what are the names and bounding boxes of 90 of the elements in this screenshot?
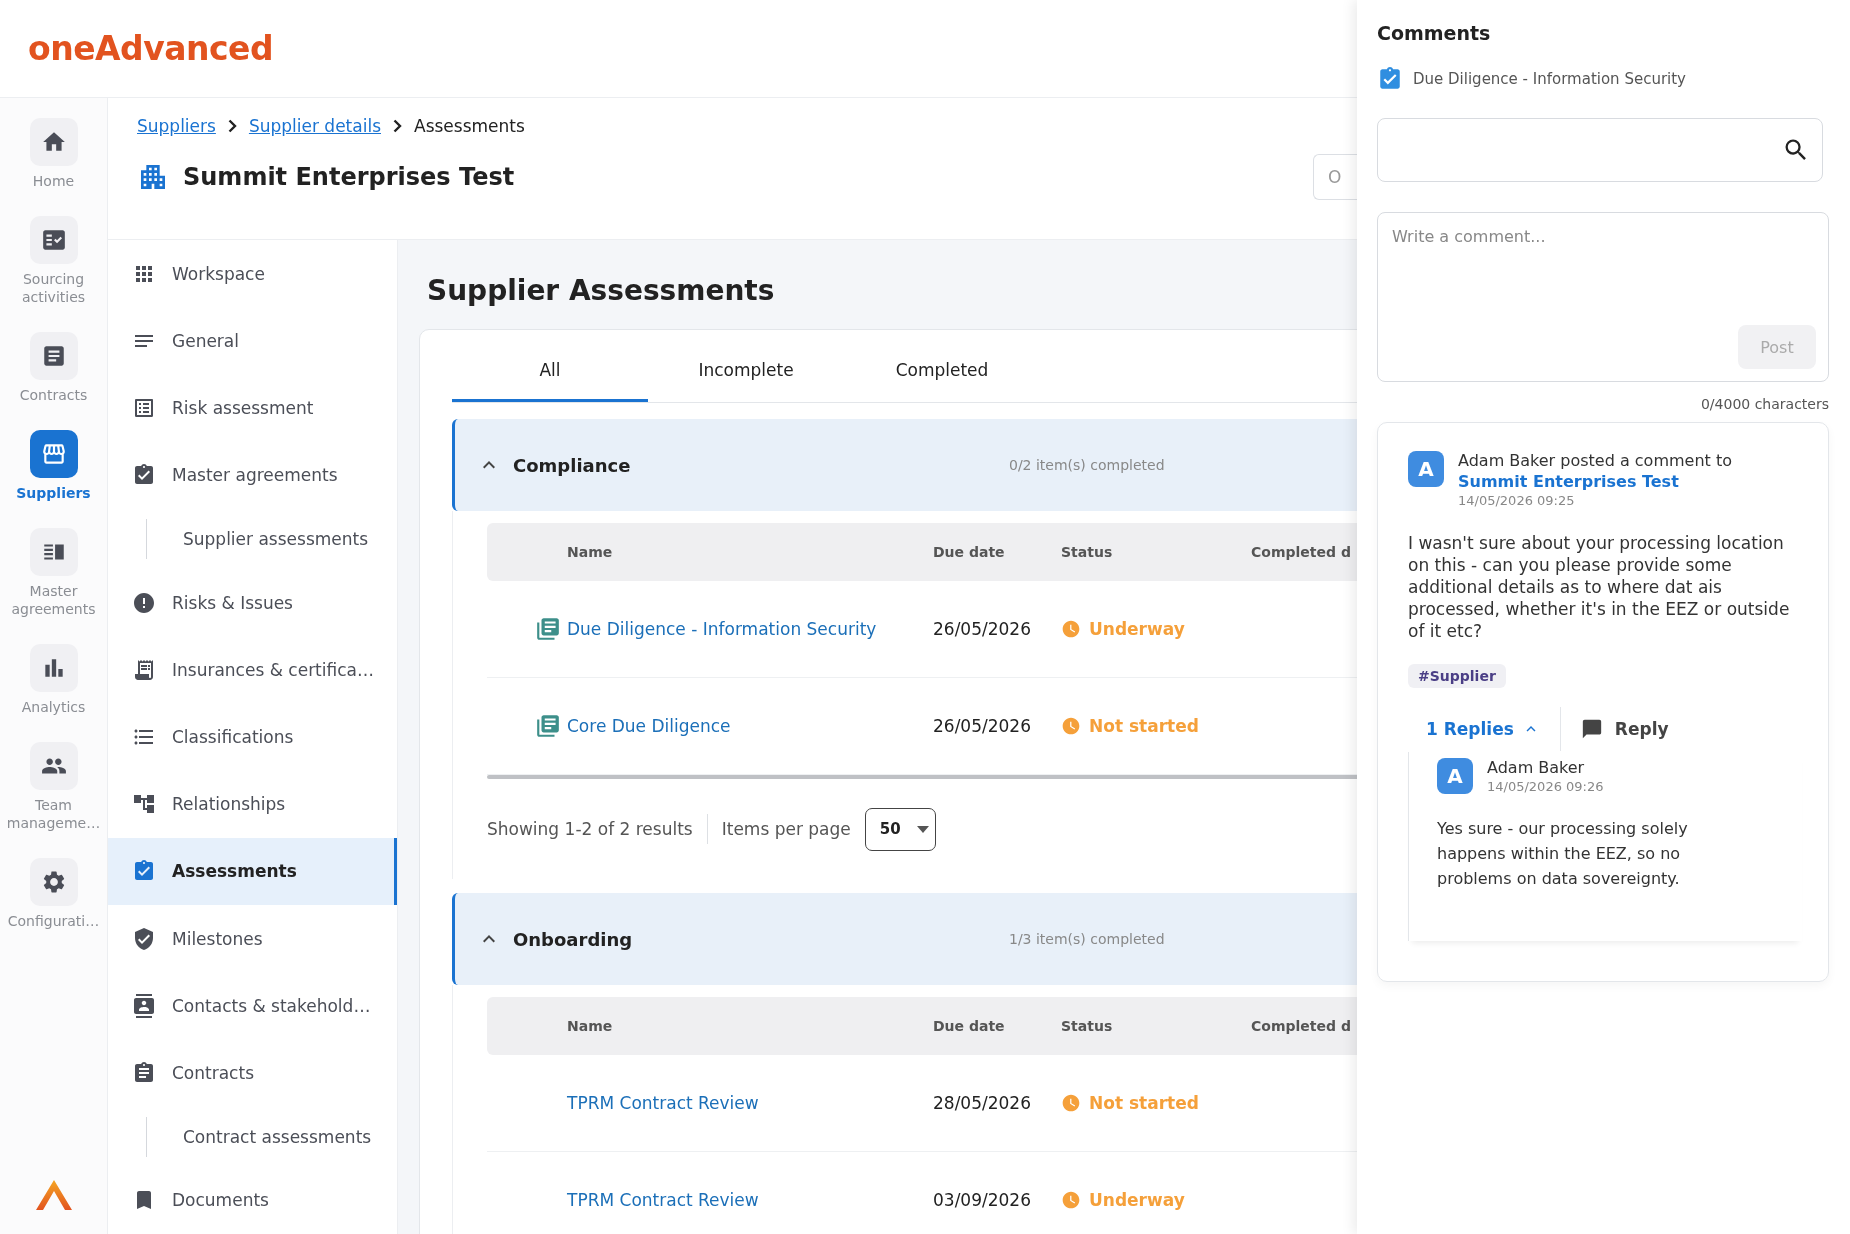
sidebar-item[interactable]: Classifications: [108, 703, 397, 771]
logo: oneAdvanced: [28, 29, 274, 68]
breadcrumb-link[interactable]: Suppliers: [137, 116, 216, 136]
search-field[interactable]: [1377, 118, 1823, 182]
reply-author: Adam Baker: [1487, 758, 1586, 777]
due-date: 03/09/2026: [933, 1190, 1032, 1210]
group-title: Compliance: [512, 454, 632, 476]
avatar: A: [1437, 758, 1473, 794]
comment-text: I wasn't sure about your processing location on this - can you please provide some additional details as to where dat ais processed, whether it's in the EEZ or outside of it etc?: [1408, 532, 1791, 642]
sidebar-item[interactable]: Milestones: [108, 904, 397, 973]
tab[interactable]: Incomplete: [648, 330, 844, 402]
checklist-icon: [40, 227, 67, 253]
storefront-icon: [40, 441, 67, 467]
comment-author: Adam Baker posted a comment to: [1458, 451, 1732, 470]
due-date: 26/05/2026: [933, 716, 1032, 736]
column-header: Completed d: [1251, 544, 1352, 560]
status-label: Not started: [1061, 716, 1251, 736]
sidebar-item[interactable]: Contacts & stakehold…: [108, 972, 397, 1040]
breadcrumb-link[interactable]: Supplier details: [248, 116, 381, 136]
sidebar-item[interactable]: Assessments: [108, 837, 397, 905]
chevron-right-icon: [393, 119, 402, 133]
sidebar-item[interactable]: Relationships: [108, 770, 397, 838]
page-title: Summit Enterprises Test: [183, 163, 515, 191]
column-header: Due date: [933, 1018, 1006, 1034]
assessment-link[interactable]: TPRM Contract Review: [567, 1093, 759, 1113]
reply-time: 14/05/2026 09:26: [1487, 779, 1604, 794]
character-counter: 0/4000 characters: [1700, 396, 1829, 412]
assessment-link[interactable]: TPRM Contract Review: [567, 1190, 759, 1210]
sidebar-item[interactable]: Contract assessments: [108, 1106, 397, 1167]
speech-bubble-icon: [1580, 718, 1603, 740]
sidebar-item[interactable]: Documents: [108, 1166, 397, 1234]
items-per-page-label: Items per page: [721, 819, 851, 839]
column-header: Status: [1061, 544, 1114, 560]
sidebar-item[interactable]: Risk assessment: [108, 374, 397, 442]
clipboard-icon: [132, 1060, 156, 1085]
context-label: Due Diligence - Information Security: [1413, 70, 1686, 88]
rail-nav-item[interactable]: Suppliers: [1, 430, 106, 502]
tab[interactable]: All: [452, 330, 648, 402]
alert-icon: [132, 590, 156, 615]
sidebar-item[interactable]: Insurances & certifica…: [108, 636, 397, 704]
chevron-right-icon: [227, 119, 237, 133]
completion-text: 0/2 item(s) completed: [1009, 457, 1165, 473]
clipboard-check-icon: [1377, 66, 1403, 92]
comment-time: 14/05/2026 09:25: [1458, 493, 1576, 508]
sidebar-item[interactable]: General: [108, 307, 397, 375]
avatar: A: [1408, 451, 1444, 487]
column-header: Completed d: [1251, 1018, 1352, 1034]
shield-check-icon: [132, 926, 156, 951]
sidebar-item[interactable]: Risks & Issues: [108, 569, 397, 637]
column-header: Name: [567, 1018, 614, 1034]
sidebar-item[interactable]: Master agreements: [108, 441, 397, 509]
assessment-link[interactable]: Due Diligence - Information Security: [567, 619, 877, 639]
comment-target-link[interactable]: Summit Enterprises Test: [1458, 472, 1732, 491]
breadcrumb-current: Assessments: [414, 116, 525, 136]
status-label: Underway: [1061, 1190, 1251, 1210]
group-header[interactable]: Onboarding 1/3 item(s) completed: [452, 893, 1357, 985]
section-heading: Supplier Assessments: [427, 274, 776, 307]
tab[interactable]: Completed: [844, 330, 1040, 402]
results-summary: Showing 1-2 of 2 results: [487, 819, 693, 839]
completion-text: 1/3 item(s) completed: [1009, 931, 1165, 947]
due-date: 26/05/2026: [933, 619, 1032, 639]
reply-button[interactable]: Reply: [1560, 706, 1689, 752]
items-per-page-select[interactable]: 50: [864, 807, 936, 851]
due-date: 28/05/2026: [933, 1093, 1032, 1113]
status-label: Not started: [1061, 1093, 1251, 1113]
chevron-logo-icon: [36, 1180, 72, 1210]
document-stack-icon: [535, 616, 561, 642]
document-stack-icon: [535, 713, 561, 739]
clock-icon: [1061, 1190, 1081, 1210]
clock-icon: [1061, 716, 1081, 736]
dropdown-icon: [916, 825, 929, 833]
panel-title: Comments: [1377, 22, 1492, 44]
tag[interactable]: #Supplier: [1408, 664, 1506, 688]
group-title: Onboarding: [512, 928, 634, 950]
receipt-icon: [132, 657, 156, 682]
group-header[interactable]: Compliance 0/2 item(s) completed: [452, 419, 1357, 511]
replies-toggle[interactable]: 1 Replies: [1408, 707, 1561, 751]
column-header: Name: [567, 544, 614, 560]
assessment-link[interactable]: Core Due Diligence: [567, 716, 731, 736]
reply-text: Yes sure - our processing solely happens within the EEZ, so no problems on data sovereignty.: [1437, 818, 1689, 890]
sidebar-item[interactable]: Contracts: [108, 1039, 397, 1107]
status-label: Underway: [1061, 619, 1251, 639]
sidebar-item[interactable]: Supplier assessments: [108, 508, 397, 569]
clock-icon: [1061, 619, 1081, 639]
column-header: Status: [1061, 1018, 1114, 1034]
column-header: Due date: [933, 544, 1006, 560]
clock-icon: [1061, 1093, 1081, 1113]
contact-card-icon: [132, 993, 156, 1018]
scrollbar[interactable]: [487, 775, 1357, 779]
sidebar-item[interactable]: Workspace: [108, 240, 397, 308]
